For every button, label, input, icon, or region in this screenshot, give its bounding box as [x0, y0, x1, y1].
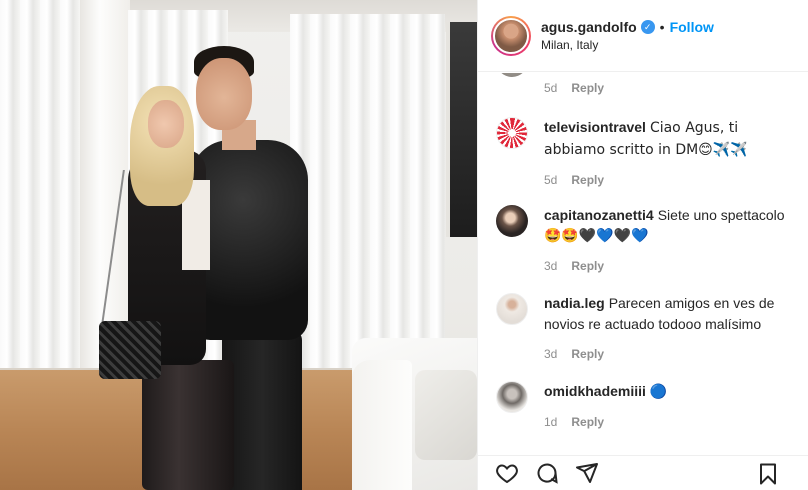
commenter-username[interactable]: capitanozanetti4 — [544, 207, 654, 223]
comment-meta: 5d Reply — [544, 170, 796, 191]
comment-body: omidkhademiiii 🔵 1d Reply — [544, 381, 667, 433]
post-side-panel: agus.gandolfo ✓ • Follow Milan, Italy 5d… — [477, 0, 808, 490]
save-button[interactable] — [755, 461, 781, 487]
photo-man-legs — [222, 330, 302, 490]
comment-avatar-partial[interactable] — [496, 73, 528, 77]
reply-button[interactable]: Reply — [571, 170, 604, 191]
comment-meta: 5d Reply — [544, 81, 604, 95]
comment-content: televisiontravel Ciao Agus, ti abbiamo sc… — [544, 117, 796, 161]
comment-body: capitanozanetti4 Siete uno spettacolo 🤩🤩🖤… — [544, 205, 785, 277]
comment-time[interactable]: 3d — [544, 344, 557, 365]
author-avatar[interactable] — [491, 15, 531, 56]
comment-icon — [537, 463, 558, 484]
verified-badge-icon: ✓ — [640, 20, 655, 34]
comment-time[interactable]: 1d — [544, 412, 557, 433]
comment-meta: 3d Reply — [544, 344, 796, 365]
author-info: agus.gandolfo ✓ • Follow Milan, Italy — [541, 19, 714, 52]
instagram-post: agus.gandolfo ✓ • Follow Milan, Italy 5d… — [0, 0, 808, 490]
reply-button[interactable]: Reply — [571, 412, 604, 433]
author-avatar-image — [493, 17, 529, 54]
photo-sofa-arm — [352, 360, 412, 490]
commenter-avatar[interactable] — [496, 293, 528, 325]
comment-item: capitanozanetti4 Siete uno spettacolo 🤩🤩🖤… — [496, 205, 796, 277]
comment-body: nadia.leg Parecen amigos en ves de novios… — [544, 293, 796, 365]
commenter-username[interactable]: televisiontravel — [544, 119, 646, 135]
comment-time[interactable]: 3d — [544, 256, 557, 277]
commenter-avatar[interactable] — [496, 117, 528, 149]
photo-handbag — [99, 321, 161, 379]
comment-item: nadia.leg Parecen amigos en ves de novios… — [496, 293, 796, 365]
photo-man-face — [196, 58, 252, 130]
photo-curtain-left — [0, 0, 82, 430]
comment-item: televisiontravel Ciao Agus, ti abbiamo sc… — [496, 117, 796, 191]
comment-body: televisiontravel Ciao Agus, ti abbiamo sc… — [544, 117, 796, 191]
author-line: agus.gandolfo ✓ • Follow — [541, 19, 714, 35]
comment-time[interactable]: 5d — [544, 170, 557, 191]
reply-button[interactable]: Reply — [571, 344, 604, 365]
comment-button[interactable] — [534, 460, 560, 486]
bookmark-icon — [760, 463, 776, 485]
photo-woman-face — [148, 100, 184, 148]
share-button[interactable] — [574, 460, 600, 486]
share-icon — [576, 463, 598, 483]
reply-button[interactable]: Reply — [571, 81, 604, 95]
commenter-username[interactable]: nadia.leg — [544, 295, 605, 311]
comments-list[interactable]: 5d Reply televisiontravel Ciao Agus, ti a… — [478, 73, 808, 455]
comment-text: 🔵 — [649, 384, 668, 400]
reply-button[interactable]: Reply — [571, 256, 604, 277]
commenter-avatar[interactable] — [496, 381, 528, 413]
post-location[interactable]: Milan, Italy — [541, 38, 714, 52]
comment-content: nadia.leg Parecen amigos en ves de novios… — [544, 293, 796, 335]
photo-blanket — [415, 370, 477, 460]
comment-item: omidkhademiiii 🔵 1d Reply — [496, 381, 796, 433]
post-actions-bar — [478, 455, 808, 490]
photo-window — [446, 22, 477, 237]
comment-meta: 3d Reply — [544, 256, 785, 277]
like-button[interactable] — [494, 460, 520, 486]
post-photo[interactable] — [0, 0, 477, 490]
commenter-avatar[interactable] — [496, 205, 528, 237]
comment-meta: 1d Reply — [544, 412, 667, 433]
comment-text: Siete uno spettacolo — [657, 207, 785, 223]
post-header: agus.gandolfo ✓ • Follow Milan, Italy — [478, 0, 808, 72]
comment-content: capitanozanetti4 Siete uno spettacolo — [544, 205, 785, 226]
comment-content: omidkhademiiii 🔵 — [544, 381, 667, 403]
photo-woman-legs — [142, 360, 234, 490]
header-separator: • — [659, 19, 665, 35]
follow-button[interactable]: Follow — [670, 19, 714, 35]
comment-emojis: 🤩🤩🖤💙🖤💙 — [544, 228, 649, 244]
heart-icon — [496, 464, 518, 484]
comment-time[interactable]: 5d — [544, 81, 557, 95]
author-username[interactable]: agus.gandolfo — [541, 19, 637, 35]
commenter-username[interactable]: omidkhademiiii — [544, 383, 646, 399]
